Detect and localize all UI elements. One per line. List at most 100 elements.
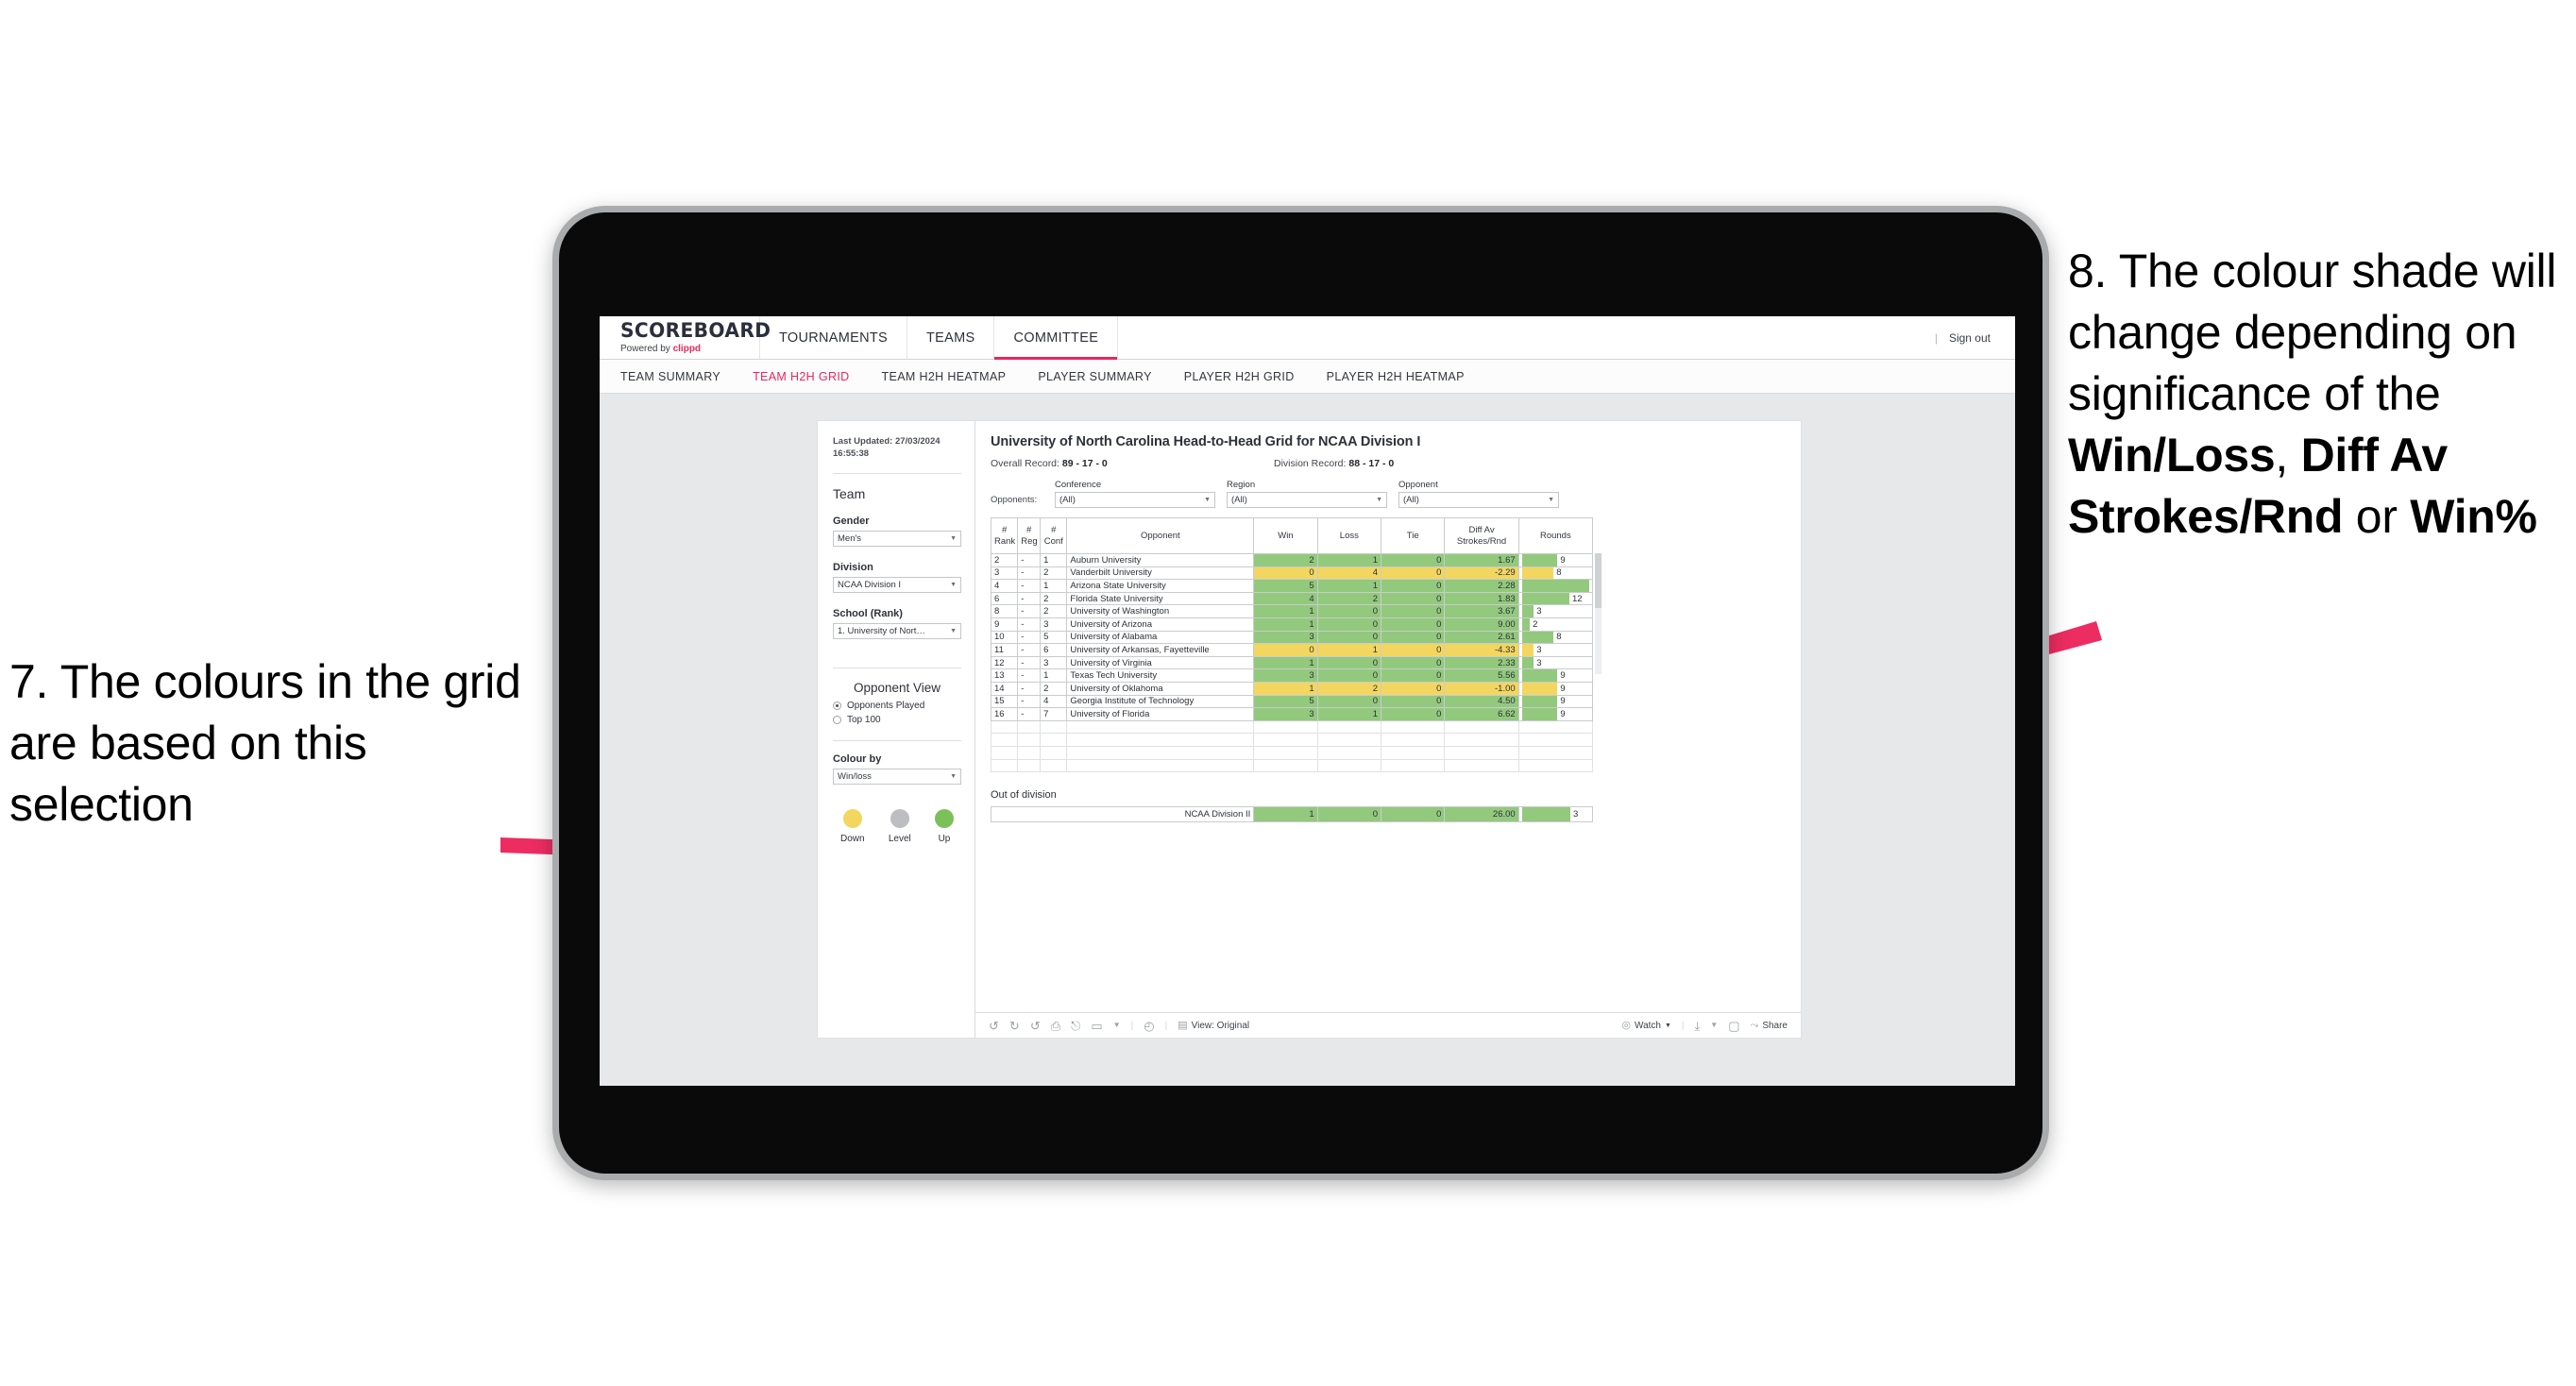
opponent-filters: Opponents: Conference (All) ▼ Region (Al… [991,480,1784,508]
cell-win: 0 [1253,643,1318,657]
cell-empty [1316,745,1382,760]
rounds-bar-wrap: 12 [1521,593,1589,604]
rounds-bar [1521,669,1558,682]
school-rank-select[interactable]: 1. University of Nort… ▼ [833,622,961,639]
col-tie[interactable]: Tie [1381,517,1446,554]
cell-empty [1017,733,1042,747]
radio-opponents-played[interactable]: Opponents Played [833,701,961,711]
chevron-down-icon[interactable]: ▼ [1710,1022,1718,1029]
rounds-value: 3 [1573,809,1579,820]
overall-record-value: 89 - 17 - 0 [1061,458,1108,469]
grid-scrollbar-thumb[interactable] [1595,553,1602,608]
subnav-player-h2h-heatmap[interactable]: PLAYER H2H HEATMAP [1327,370,1465,383]
cell-reg: - [1017,694,1042,709]
subnav-team-summary[interactable]: TEAM SUMMARY [620,370,720,383]
device-icon[interactable]: ▢ [1728,1020,1739,1032]
cell-rank: 13 [990,668,1019,683]
overall-record-label: Overall Record: [991,458,1062,469]
shape-icon[interactable]: ▭ [1091,1020,1102,1032]
cell-diff-av-strokes: 5.56 [1444,668,1519,683]
col-reg[interactable]: # Reg [1017,517,1042,554]
radio-top-100-label: Top 100 [847,714,881,725]
division-select[interactable]: NCAA Division I ▼ [833,576,961,593]
region-filter-select[interactable]: (All) ▼ [1227,492,1387,508]
table-row[interactable]: 12-3 University of Virginia 1 0 0 2.33 3 [990,655,1594,670]
subnav-team-h2h-heatmap[interactable]: TEAM H2H HEATMAP [882,370,1007,383]
clock-icon[interactable]: ◴ [1144,1020,1154,1032]
table-row[interactable]: 11-6 University of Arkansas, Fayetteville… [990,643,1594,657]
table-row[interactable]: 4-1Arizona State University5102.2817 [990,579,1594,593]
watch-button[interactable]: ◎ Watch ▼ [1621,1020,1671,1031]
table-row-empty [990,719,1594,735]
cell-empty [1017,719,1042,735]
redo-icon[interactable]: ↻ [1009,1020,1020,1032]
annotation-right-bold1: Win/Loss [2068,429,2276,482]
school-rank-select-value: 1. University of Nort… [838,625,925,636]
table-row[interactable]: 2-1 Auburn University 2 1 0 1.67 9 [990,553,1594,567]
rounds-bar-wrap: 3 [1521,657,1589,668]
table-row[interactable]: 3-2 Vanderbilt University 0 4 0 -2.29 8 [990,566,1594,581]
view-icon: ▤ [1178,1019,1188,1031]
cell-loss: 0 [1316,694,1382,709]
cell-tie: 0 [1381,668,1446,683]
refresh-icon[interactable]: ⎙ [1051,1020,1060,1032]
nav-committee[interactable]: COMMITTEE [994,316,1119,360]
col-diff-av-strokes[interactable]: Diff Av Strokes/Rnd [1444,517,1519,554]
share-button[interactable]: ⤳ Share [1750,1019,1788,1031]
col-opponent[interactable]: Opponent [1066,517,1255,554]
division-select-value: NCAA Division I [838,579,902,590]
col-loss[interactable]: Loss [1316,517,1382,554]
table-row[interactable]: 6-2 Florida State University 4 2 0 1.83 12 [990,591,1594,606]
table-row[interactable]: 14-2 University of Oklahoma 1 2 0 -1.00 9 [990,681,1594,696]
toolbar-separator-3: | [1681,1020,1685,1031]
cell-reg: - [1017,630,1042,645]
conference-filter-select[interactable]: (All) ▼ [1055,492,1215,508]
col-conf[interactable]: # Conf [1040,517,1068,554]
col-rank[interactable]: # Rank [990,517,1019,554]
col-win[interactable]: Win [1253,517,1318,554]
cell-opponent: Auburn University [1066,553,1255,567]
caret-icon[interactable]: ▼ [1113,1022,1121,1029]
opponent-view-heading: Opponent View [853,680,941,695]
table-row[interactable]: 10-5 University of Alabama 3 0 0 2.61 8 [990,630,1594,645]
download-icon[interactable]: ⤓ [1695,1020,1701,1032]
brand-logo[interactable]: SCOREBOARD Powered by clippd [600,316,771,359]
grid-scrollbar-track[interactable] [1595,553,1602,674]
opponent-filter-select[interactable]: (All) ▼ [1398,492,1559,508]
table-row[interactable]: 16-7 University of Florida 3 1 0 6.62 9 [990,707,1594,721]
sign-out-link[interactable]: Sign out [1949,331,1991,345]
cell-empty [990,733,1019,747]
colour-by-select[interactable]: Win/loss ▼ [833,768,961,785]
cell-empty [1253,758,1318,773]
brand-title: SCOREBOARD [620,319,771,342]
out-of-division-row[interactable]: NCAA Division II 1 0 0 26.00 3 [990,806,1594,823]
app-top-bar: SCOREBOARD Powered by clippd TOURNAMENTS… [600,316,2015,360]
table-row[interactable]: 13-1 Texas Tech University 3 0 0 5.56 9 [990,668,1594,683]
revert-icon[interactable]: ↺ [1030,1020,1041,1032]
share-icon: ⤳ [1750,1019,1759,1031]
head-to-head-grid: # Rank # Reg # Conf Opponent Win Loss Tie D… [990,517,1594,773]
cell-reg: - [1017,604,1042,618]
nav-tournaments[interactable]: TOURNAMENTS [760,316,908,359]
subnav-player-summary[interactable]: PLAYER SUMMARY [1038,370,1151,383]
table-row[interactable]: 8-2 University of Washington 1 0 0 3.67 3 [990,604,1594,618]
subnav-player-h2h-grid[interactable]: PLAYER H2H GRID [1184,370,1295,383]
opponent-filter-caption: Opponent [1398,480,1438,490]
radio-top-100[interactable]: Top 100 [833,715,961,725]
table-row[interactable]: 15-4 Georgia Institute of Technology 5 0 0 4.… [990,694,1594,709]
nav-teams[interactable]: TEAMS [907,316,995,359]
chevron-down-icon: ▼ [1664,1022,1671,1029]
colour-legend: Down Level Up [833,808,961,844]
col-rounds[interactable]: Rounds [1517,517,1594,554]
table-row[interactable]: 9-3 University of Arizona 1 0 0 9.00 2 [990,617,1594,632]
rounds-value: 8 [1556,567,1562,579]
cell-tie: 0 [1381,681,1446,696]
toolbar-separator-2: | [1164,1020,1168,1031]
undo-icon[interactable]: ↺ [989,1020,999,1032]
last-updated-label: Last Updated: 27/03/2024 16:55:38 [833,436,941,459]
pause-icon[interactable]: ⎋ [1071,1020,1080,1032]
view-original-button[interactable]: ▤ View: Original [1178,1019,1249,1031]
cell-rounds: 3 [1517,655,1594,670]
gender-select[interactable]: Men's ▼ [833,530,961,547]
subnav-team-h2h-grid[interactable]: TEAM H2H GRID [753,370,849,383]
